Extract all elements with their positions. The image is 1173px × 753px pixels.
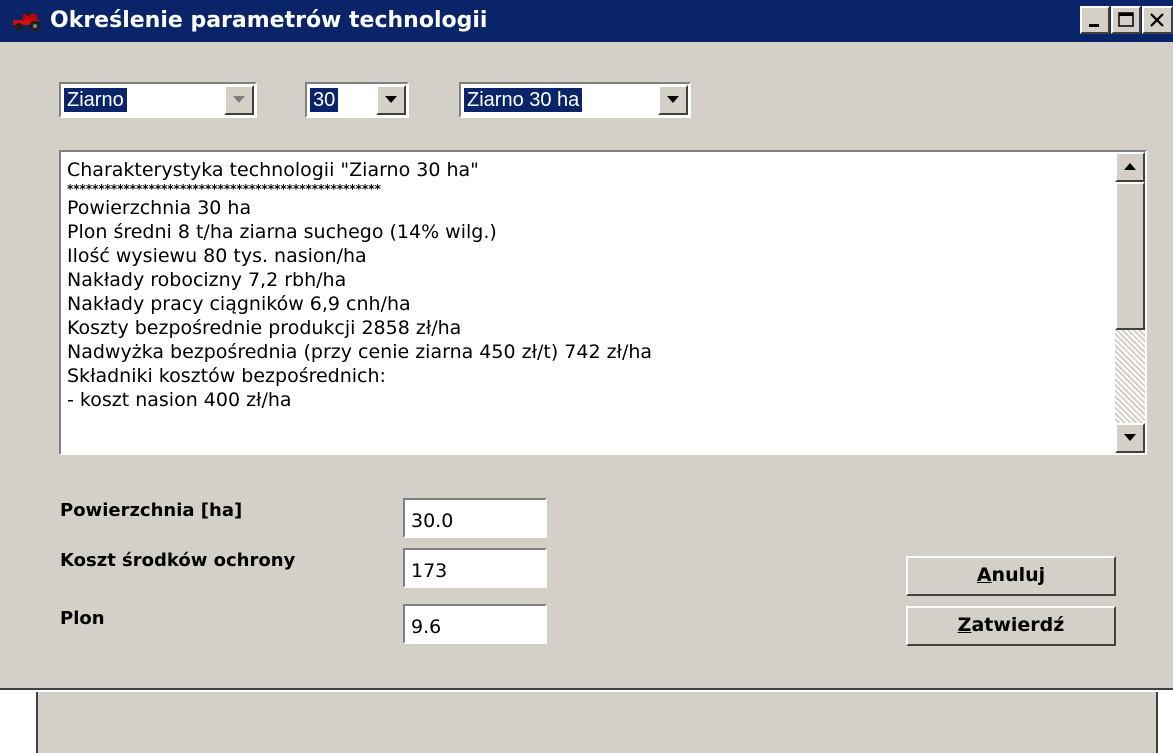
- chevron-down-icon: [233, 96, 245, 103]
- dialog-window: Określenie parametrów technologii Ziarno: [0, 0, 1173, 690]
- confirm-hotkey: Z: [957, 614, 972, 636]
- yield-input[interactable]: [403, 604, 547, 644]
- scroll-up-button[interactable]: [1115, 152, 1145, 182]
- crop-select[interactable]: Ziarno: [59, 82, 257, 118]
- chevron-down-icon: [385, 96, 397, 103]
- description-scrollbar[interactable]: [1115, 152, 1145, 453]
- description-separator: ****************************************…: [67, 182, 381, 196]
- description-line: Koszty bezpośrednie produkcji 2858 zł/ha: [67, 317, 462, 339]
- technology-description[interactable]: Charakterystyka technologii "Ziarno 30 h…: [59, 150, 1147, 455]
- area-select-value: 30: [310, 88, 339, 112]
- area-input[interactable]: [403, 498, 547, 538]
- description-line: Składniki kosztów bezpośrednich:: [67, 365, 386, 387]
- scroll-down-button[interactable]: [1115, 423, 1145, 453]
- minimize-icon: [1089, 24, 1099, 27]
- close-icon: [1150, 13, 1164, 27]
- technology-select[interactable]: Ziarno 30 ha: [459, 82, 691, 118]
- background-panel: [36, 692, 1158, 753]
- crop-select-dropdown-button: [224, 85, 254, 115]
- maximize-button[interactable]: [1111, 6, 1141, 34]
- scroll-track[interactable]: [1115, 330, 1145, 423]
- description-line: Nadwyżka bezpośrednia (przy cenie ziarna…: [67, 341, 653, 363]
- cancel-button[interactable]: Anuluj: [906, 556, 1116, 596]
- description-line: Nakłady pracy ciągników 6,9 cnh/ha: [67, 293, 411, 315]
- close-button[interactable]: [1142, 6, 1173, 34]
- area-select-dropdown-button[interactable]: [376, 85, 406, 115]
- tractor-icon: [13, 12, 41, 32]
- confirm-label: atwierdź: [971, 614, 1065, 636]
- description-line: - koszt nasion 400 zł/ha: [67, 389, 292, 411]
- area-label: Powierzchnia [ha]: [60, 500, 243, 521]
- cancel-label: nuluj: [991, 564, 1046, 586]
- protection-cost-label: Koszt środków ochrony: [60, 550, 296, 571]
- yield-label: Plon: [60, 608, 105, 629]
- title-bar[interactable]: Określenie parametrów technologii: [0, 0, 1173, 42]
- description-line: Nakłady robocizny 7,2 rbh/ha: [67, 269, 347, 291]
- minimize-button[interactable]: [1080, 6, 1110, 34]
- maximize-icon: [1118, 12, 1134, 27]
- chevron-down-icon: [667, 96, 679, 103]
- chevron-down-icon: [1124, 434, 1136, 441]
- chevron-up-icon: [1124, 163, 1136, 170]
- description-line: Powierzchnia 30 ha: [67, 197, 252, 219]
- confirm-button[interactable]: Zatwierdź: [906, 606, 1116, 646]
- cancel-hotkey: A: [976, 564, 992, 586]
- description-lines: Charakterystyka technologii "Ziarno 30 h…: [67, 158, 1107, 412]
- description-line: Charakterystyka technologii "Ziarno 30 h…: [67, 159, 479, 181]
- technology-select-value: Ziarno 30 ha: [464, 88, 583, 112]
- window-title: Określenie parametrów technologii: [50, 8, 488, 33]
- description-line: Plon średni 8 t/ha ziarna suchego (14% w…: [67, 221, 497, 243]
- description-line: Ilość wysiewu 80 tys. nasion/ha: [67, 245, 367, 267]
- area-select[interactable]: 30: [305, 82, 409, 118]
- crop-select-value: Ziarno: [64, 88, 127, 112]
- technology-select-dropdown-button[interactable]: [658, 85, 688, 115]
- scroll-thumb[interactable]: [1115, 182, 1145, 330]
- protection-cost-input[interactable]: [403, 548, 547, 588]
